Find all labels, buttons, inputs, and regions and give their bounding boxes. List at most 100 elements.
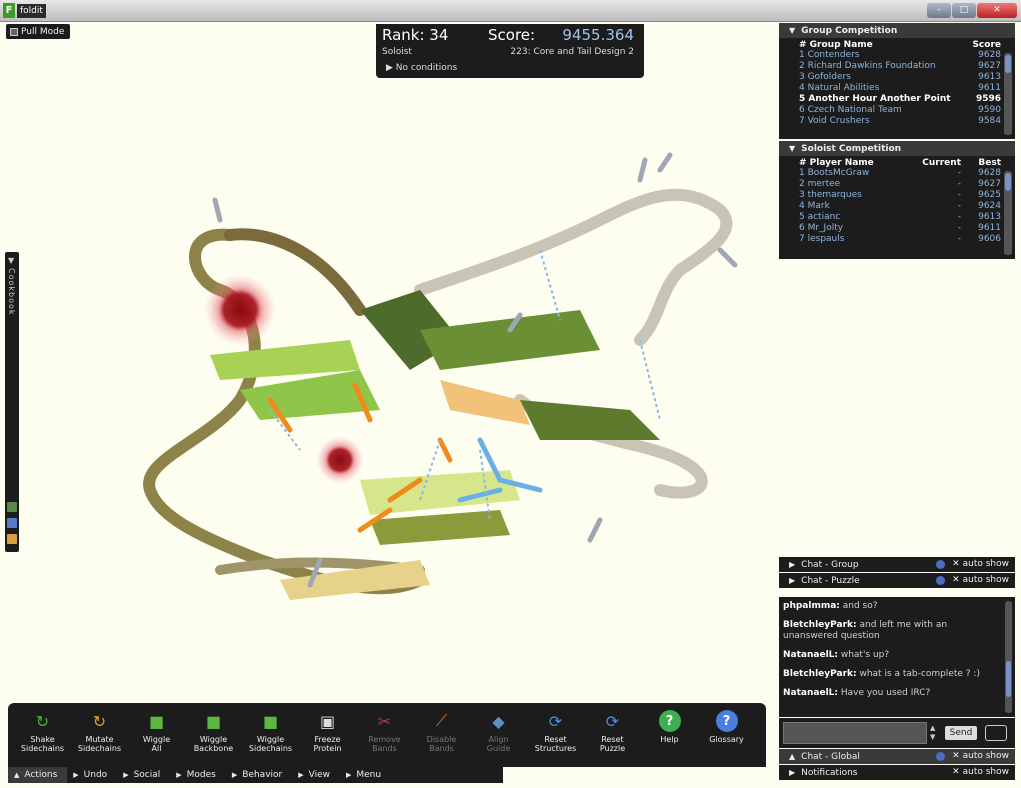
close-icon: ✕	[952, 575, 960, 585]
folder-icon[interactable]	[7, 518, 17, 528]
conditions-label: No conditions	[395, 63, 458, 73]
align-button[interactable]: ◆ Align Guide	[470, 707, 527, 767]
table-row[interactable]: 7 Void Crushers 9584	[779, 116, 1015, 127]
close-button[interactable]: ✕	[977, 3, 1017, 18]
player-current: -	[957, 190, 961, 200]
maximize-button[interactable]: □	[952, 3, 976, 18]
info-icon[interactable]	[936, 560, 945, 569]
align-icon: ◆	[492, 711, 505, 731]
window-controls: – □ ✕	[927, 3, 1017, 18]
group-competition-header[interactable]: ▼ Group Competition	[779, 23, 1015, 38]
chat-puzzle-toggle[interactable]: ▶ Chat - Puzzle ✕ auto show	[779, 573, 1015, 588]
tab-social[interactable]: ▶ Social	[117, 767, 170, 783]
recipe-icon[interactable]	[7, 502, 17, 512]
table-row[interactable]: 6 Czech National Team 9590	[779, 105, 1015, 116]
shake-icon: ↻	[35, 711, 50, 731]
mutate-button[interactable]: ↻ Mutate Sidechains	[71, 707, 128, 767]
scroll-thumb[interactable]	[1005, 173, 1011, 191]
broom-button[interactable]: ⟋ Disable Bands	[413, 707, 470, 767]
reset-structures-button[interactable]: ⟳ Reset Structures	[527, 707, 584, 767]
expand-arrow-icon: ▶	[345, 771, 352, 779]
group-score: 9584	[978, 116, 1001, 126]
scrollbar[interactable]	[1004, 53, 1012, 135]
minimize-button[interactable]: –	[927, 3, 951, 18]
beta-sheet	[370, 510, 510, 545]
table-row[interactable]: 1 BootsMcGraw - 9628	[779, 168, 1015, 179]
history-stepper[interactable]: ▲ ▼	[930, 724, 935, 742]
freeze-button[interactable]: ▣ Freeze Protein	[299, 707, 356, 767]
chat-message: NatanaelL: Have you used IRC?	[783, 688, 997, 699]
chat-message: BletchleyPark: what is a tab-complete ? …	[783, 669, 997, 680]
scroll-thumb[interactable]	[1006, 661, 1011, 697]
protein-viewport[interactable]	[120, 140, 760, 610]
script-icon[interactable]	[7, 534, 17, 544]
wiggle-sidechains-button[interactable]: ■ Wiggle Sidechains	[242, 707, 299, 767]
table-row[interactable]: 5 Another Hour Another Point 9596	[779, 94, 1015, 105]
table-row[interactable]: 6 Mr_Jolty - 9611	[779, 223, 1015, 234]
notifications-toggle[interactable]: ▶ Notifications ✕ auto show	[779, 765, 1015, 780]
clash-sphere	[316, 436, 364, 484]
tab-undo[interactable]: ▶ Undo	[67, 767, 117, 783]
info-icon[interactable]	[936, 752, 945, 761]
wiggle-backbone-button[interactable]: ■ Wiggle Backbone	[185, 707, 242, 767]
table-row[interactable]: 5 actianc - 9613	[779, 212, 1015, 223]
table-row[interactable]: 2 Richard Dawkins Foundation 9627	[779, 61, 1015, 72]
group-score: 9596	[975, 94, 1001, 104]
scissors-button[interactable]: ✂ Remove Bands	[356, 707, 413, 767]
scroll-thumb[interactable]	[1005, 55, 1011, 73]
auto-show-toggle[interactable]: ✕ auto show	[952, 557, 1009, 572]
table-row[interactable]: 7 lespauls - 9606	[779, 234, 1015, 245]
chat-message: phpalmma: and so?	[783, 601, 997, 612]
player-current: -	[957, 223, 961, 233]
group-name: 7 Void Crushers	[799, 116, 870, 126]
pull-mode-icon	[10, 27, 18, 36]
table-row[interactable]: 4 Mark - 9624	[779, 201, 1015, 212]
chat-user: phpalmma:	[783, 601, 840, 611]
reset-puzzle-button[interactable]: ⟳ Reset Puzzle	[584, 707, 641, 767]
shake-button[interactable]: ↻ Shake Sidechains	[14, 707, 71, 767]
scissors-icon: ✂	[377, 711, 392, 731]
reset-structures-icon: ⟳	[548, 711, 563, 731]
group-name: 6 Czech National Team	[799, 105, 902, 115]
soloist-competition-header[interactable]: ▼ Soloist Competition	[779, 141, 1015, 156]
tab-modes[interactable]: ▶ Modes	[170, 767, 226, 783]
table-row[interactable]: 4 Natural Abilities 9611	[779, 83, 1015, 94]
scrollbar[interactable]	[1004, 171, 1012, 255]
group-name: 4 Natural Abilities	[799, 83, 880, 93]
chat-options-icon[interactable]	[985, 725, 1007, 741]
conditions-toggle[interactable]: ▶ No conditions	[386, 63, 457, 73]
tab-menu[interactable]: ▶ Menu	[340, 767, 391, 783]
chat-scrollbar[interactable]	[1005, 601, 1012, 713]
chat-log: phpalmma: and so? BletchleyPark: and left…	[779, 597, 1015, 717]
expand-arrow-icon: ▶	[789, 768, 796, 777]
glossary-button[interactable]: ? Glossary	[698, 707, 755, 767]
wiggle-all-button[interactable]: ■ Wiggle All	[128, 707, 185, 767]
player-name: 2 mertee	[799, 179, 841, 189]
send-button[interactable]: Send	[945, 726, 977, 740]
info-icon[interactable]	[936, 576, 945, 585]
group-name: 2 Richard Dawkins Foundation	[799, 61, 936, 71]
auto-show-toggle[interactable]: ✕ auto show	[952, 573, 1009, 588]
chat-input[interactable]	[783, 722, 927, 744]
expand-arrow-icon: ▶	[73, 771, 79, 779]
panel-title: Soloist Competition	[801, 144, 902, 154]
tool-label: Wiggle Sidechains	[248, 735, 293, 753]
tab-behavior[interactable]: ▶ Behavior	[226, 767, 292, 783]
tab-view[interactable]: ▶ View	[292, 767, 340, 783]
table-row[interactable]: 2 mertee - 9627	[779, 179, 1015, 190]
table-row[interactable]: 3 Gofolders 9613	[779, 72, 1015, 83]
group-score: 9590	[978, 105, 1001, 115]
table-row[interactable]: 1 Contenders 9628	[779, 50, 1015, 61]
table-row[interactable]: 3 themarques - 9625	[779, 190, 1015, 201]
help-button[interactable]: ? Help	[641, 707, 698, 767]
tool-label: Shake Sidechains	[20, 735, 65, 753]
tab-actions[interactable]: ▲ Actions	[8, 767, 68, 783]
pull-mode-button[interactable]: Pull Mode	[6, 24, 71, 39]
auto-show-label: auto show	[962, 751, 1009, 761]
auto-show-toggle[interactable]: ✕ auto show	[952, 765, 1009, 780]
tool-label: Freeze Protein	[313, 735, 342, 753]
chat-global-toggle[interactable]: ▲ Chat - Global ✕ auto show	[779, 749, 1015, 764]
chat-group-toggle[interactable]: ▶ Chat - Group ✕ auto show	[779, 557, 1015, 572]
auto-show-toggle[interactable]: ✕ auto show	[952, 749, 1009, 764]
cookbook-panel[interactable]: ▼ Cookbook	[5, 252, 19, 552]
